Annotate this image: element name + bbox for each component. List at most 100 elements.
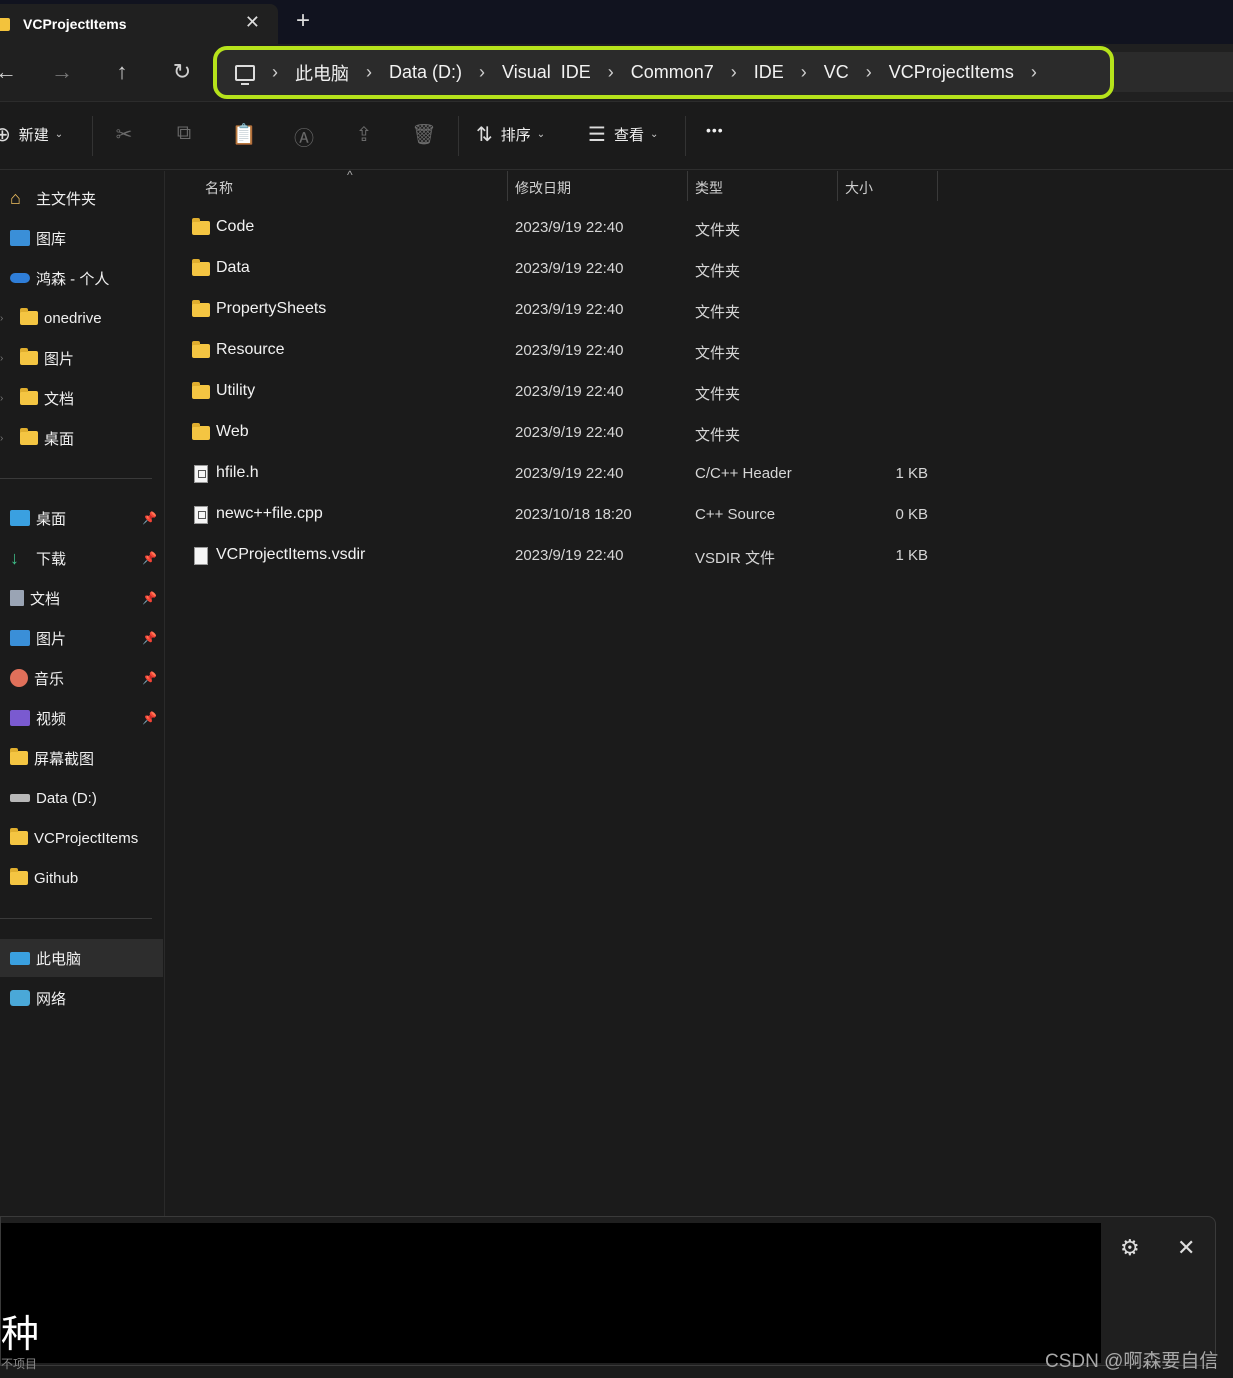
breadcrumb-separator[interactable]: › bbox=[608, 62, 614, 83]
navigation-pane: ⌂ 主文件夹 图库 鸿森 - 个人 › onedrive › 图片 › 文档 ›… bbox=[0, 171, 165, 1216]
sort-button[interactable]: ⇅ 排序 ⌄ bbox=[476, 122, 545, 147]
column-header-name[interactable]: 名称 bbox=[205, 178, 233, 198]
breadcrumb-vc[interactable]: VC bbox=[824, 62, 849, 83]
pin-icon[interactable]: 📌 bbox=[142, 551, 157, 565]
sidebar-item-onedrive-personal[interactable]: 鸿森 - 个人 bbox=[0, 259, 163, 297]
address-bar[interactable]: › 此电脑 › Data (D:) › Visual IDE › Common7… bbox=[213, 46, 1114, 99]
pin-icon[interactable]: 📌 bbox=[142, 711, 157, 725]
breadcrumb-ide[interactable]: IDE bbox=[754, 62, 784, 83]
sidebar-item-desktop[interactable]: 桌面 📌 bbox=[0, 499, 163, 537]
file-row[interactable]: Resource 2023/9/19 22:40 文件夹 bbox=[166, 331, 966, 372]
sidebar-item-videos[interactable]: 视频 📌 bbox=[0, 699, 163, 737]
forward-button[interactable]: → bbox=[46, 56, 78, 88]
folder-icon bbox=[192, 300, 210, 317]
column-divider[interactable] bbox=[687, 171, 688, 201]
close-icon[interactable]: ✕ bbox=[1177, 1235, 1195, 1261]
file-row[interactable]: newc++file.cpp 2023/10/18 18:20 C++ Sour… bbox=[166, 495, 966, 536]
delete-icon[interactable]: 🗑 bbox=[411, 122, 437, 147]
document-icon bbox=[10, 590, 24, 606]
sidebar-item-pictures[interactable]: 图片 📌 bbox=[0, 619, 163, 657]
sidebar-item-gallery[interactable]: 图库 bbox=[0, 219, 163, 257]
breadcrumb-separator[interactable]: › bbox=[801, 62, 807, 83]
sidebar-item-github[interactable]: Github bbox=[0, 859, 163, 897]
breadcrumb-this-pc[interactable]: 此电脑 bbox=[295, 60, 349, 86]
chevron-right-icon[interactable]: › bbox=[0, 313, 3, 324]
file-row[interactable]: Code 2023/9/19 22:40 文件夹 bbox=[166, 208, 966, 249]
pin-icon[interactable]: 📌 bbox=[142, 591, 157, 605]
breadcrumb-separator[interactable]: › bbox=[272, 62, 278, 83]
file-type: 文件夹 bbox=[695, 386, 741, 403]
column-header-date[interactable]: 修改日期 bbox=[515, 178, 571, 198]
sidebar-item-pictures-cloud[interactable]: › 图片 bbox=[0, 339, 163, 377]
sidebar-item-network[interactable]: 网络 bbox=[0, 979, 163, 1017]
watermark: CSDN @啊森要自信 bbox=[1045, 1351, 1219, 1372]
breadcrumb-visual-ide[interactable]: Visual IDE bbox=[502, 62, 591, 83]
file-name: newc++file.cpp bbox=[216, 505, 323, 522]
sidebar-item-desktop-cloud[interactable]: › 桌面 bbox=[0, 419, 163, 457]
file-date: 2023/10/18 18:20 bbox=[515, 506, 632, 523]
sidebar-item-home[interactable]: ⌂ 主文件夹 bbox=[0, 179, 163, 217]
pictures-icon bbox=[10, 630, 30, 646]
column-header-size[interactable]: 大小 bbox=[845, 178, 873, 198]
folder-icon bbox=[10, 828, 28, 845]
file-row[interactable]: Data 2023/9/19 22:40 文件夹 bbox=[166, 249, 966, 290]
sidebar-item-this-pc[interactable]: 此电脑 bbox=[0, 939, 163, 977]
chevron-right-icon[interactable]: › bbox=[0, 433, 3, 444]
folder-icon bbox=[20, 388, 38, 405]
sidebar-item-downloads[interactable]: ↓ 下载 📌 bbox=[0, 539, 163, 577]
sidebar-item-onedrive[interactable]: › onedrive bbox=[0, 299, 163, 337]
sidebar-item-music[interactable]: 音乐 📌 bbox=[0, 659, 163, 697]
sidebar-item-documents[interactable]: 文档 📌 bbox=[0, 579, 163, 617]
file-row[interactable]: Utility 2023/9/19 22:40 文件夹 bbox=[166, 372, 966, 413]
view-button[interactable]: ☰ 查看 ⌄ bbox=[588, 122, 658, 147]
overlay-content: 种 不项目 bbox=[1, 1223, 1101, 1371]
pin-icon[interactable]: 📌 bbox=[142, 511, 157, 525]
breadcrumb-common7[interactable]: Common7 bbox=[631, 62, 714, 83]
chevron-right-icon[interactable]: › bbox=[0, 353, 3, 364]
sidebar-item-documents-cloud[interactable]: › 文档 bbox=[0, 379, 163, 417]
breadcrumb-data-drive[interactable]: Data (D:) bbox=[389, 62, 462, 83]
sidebar-item-label: 文档 bbox=[30, 590, 61, 608]
share-icon[interactable]: ⇪ bbox=[351, 122, 377, 147]
breadcrumb-separator[interactable]: › bbox=[866, 62, 872, 83]
sidebar-item-label: VCProjectItems bbox=[34, 829, 139, 847]
close-tab-icon[interactable]: ✕ bbox=[245, 12, 260, 33]
gear-icon[interactable]: ⚙ bbox=[1120, 1235, 1140, 1261]
refresh-button[interactable]: ↻ bbox=[166, 56, 198, 88]
divider bbox=[0, 478, 152, 479]
column-divider[interactable] bbox=[507, 171, 508, 201]
address-bar-extension[interactable] bbox=[1112, 52, 1233, 92]
folder-icon bbox=[192, 341, 210, 358]
computer-icon bbox=[10, 951, 30, 965]
sidebar-item-vcprojectitems[interactable]: VCProjectItems bbox=[0, 819, 163, 857]
column-divider[interactable] bbox=[837, 171, 838, 201]
breadcrumb-separator[interactable]: › bbox=[1031, 62, 1037, 83]
chevron-right-icon[interactable]: › bbox=[0, 393, 3, 404]
pin-icon[interactable]: 📌 bbox=[142, 671, 157, 685]
drive-icon bbox=[10, 794, 30, 802]
file-row[interactable]: Web 2023/9/19 22:40 文件夹 bbox=[166, 413, 966, 454]
new-button[interactable]: ⊕ 新建 ⌄ bbox=[0, 122, 63, 147]
column-divider[interactable] bbox=[937, 171, 938, 201]
copy-icon[interactable]: ⧉ bbox=[171, 122, 197, 145]
file-row[interactable]: hfile.h 2023/9/19 22:40 C/C++ Header 1 K… bbox=[166, 454, 966, 495]
breadcrumb-separator[interactable]: › bbox=[731, 62, 737, 83]
breadcrumb-separator[interactable]: › bbox=[479, 62, 485, 83]
new-tab-button[interactable]: + bbox=[296, 8, 310, 34]
up-button[interactable]: ↑ bbox=[106, 56, 138, 88]
rename-icon[interactable]: Ⓐ bbox=[291, 122, 317, 151]
breadcrumb-vcprojectitems[interactable]: VCProjectItems bbox=[889, 62, 1014, 83]
pin-icon[interactable]: 📌 bbox=[142, 631, 157, 645]
column-header-type[interactable]: 类型 bbox=[695, 178, 723, 198]
cut-icon[interactable]: ✂ bbox=[111, 122, 137, 147]
paste-icon[interactable]: 📋 bbox=[231, 122, 257, 147]
more-options-button[interactable]: ••• bbox=[706, 122, 724, 138]
file-row[interactable]: VCProjectItems.vsdir 2023/9/19 22:40 VSD… bbox=[166, 536, 966, 577]
sidebar-item-data-drive[interactable]: Data (D:) bbox=[0, 779, 163, 817]
sidebar-item-label: 屏幕截图 bbox=[34, 750, 95, 768]
back-button[interactable]: ← bbox=[0, 56, 22, 88]
breadcrumb-separator[interactable]: › bbox=[366, 62, 372, 83]
tab-vcprojectitems[interactable]: VCProjectItems ✕ bbox=[0, 4, 278, 44]
file-row[interactable]: PropertySheets 2023/9/19 22:40 文件夹 bbox=[166, 290, 966, 331]
sidebar-item-screenshots[interactable]: 屏幕截图 bbox=[0, 739, 163, 777]
